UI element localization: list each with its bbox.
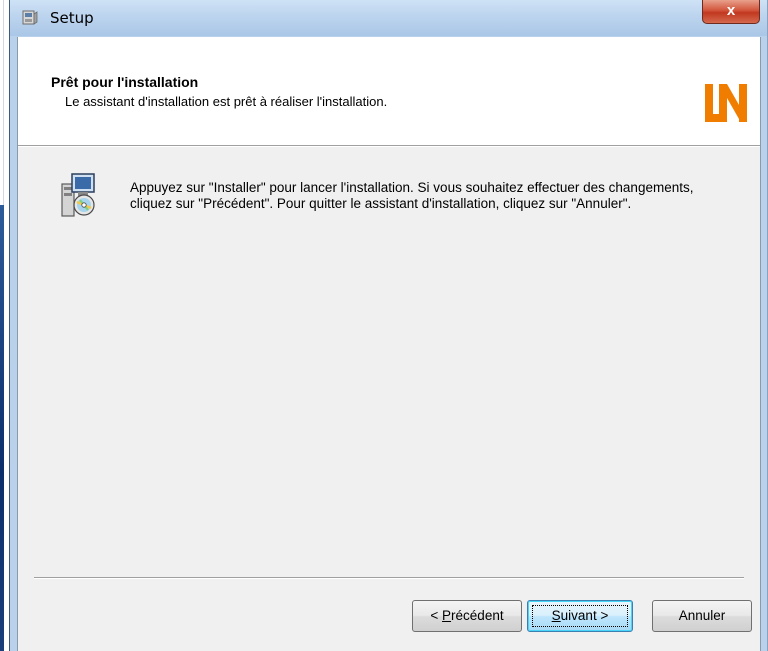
- previous-button[interactable]: < Précédent: [412, 600, 522, 632]
- wizard-client-area: Prêt pour l'installation Le assistant d'…: [17, 37, 761, 651]
- previous-button-mnemonic: P: [442, 608, 452, 623]
- footer-divider: [34, 577, 744, 579]
- instruction-text: Appuyez sur "Installer" pour lancer l'in…: [130, 180, 694, 211]
- close-button[interactable]: x: [702, 0, 760, 24]
- focus-rectangle: [532, 605, 628, 627]
- desktop-background: [0, 205, 4, 651]
- setup-window: Setup x Prêt pour l'installation Le assi…: [9, 0, 768, 651]
- title-bar[interactable]: Setup x: [10, 0, 767, 36]
- window-title: Setup: [50, 9, 94, 27]
- previous-button-label: récédent: [451, 608, 504, 623]
- ln-logo: [705, 84, 747, 122]
- installer-icon: [58, 172, 100, 218]
- cancel-button[interactable]: Annuler: [652, 600, 752, 632]
- header-divider: [18, 145, 760, 147]
- page-subtitle: Le assistant d'installation est prêt à r…: [65, 94, 388, 109]
- next-button[interactable]: Suivant >: [527, 600, 633, 632]
- page-title: Prêt pour l'installation: [51, 74, 199, 90]
- previous-button-prefix: <: [430, 608, 443, 623]
- setup-app-icon: [22, 9, 38, 26]
- wizard-header: Prêt pour l'installation Le assistant d'…: [18, 37, 760, 145]
